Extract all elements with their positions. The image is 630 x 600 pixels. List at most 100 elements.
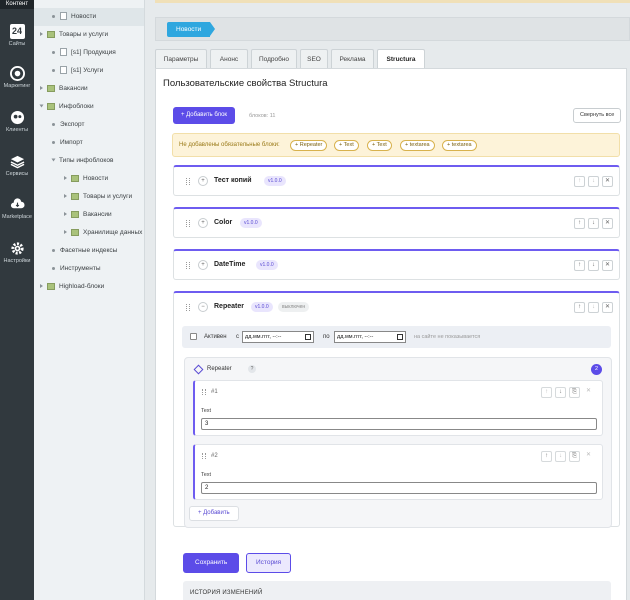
drag-handle-icon[interactable]	[202, 453, 206, 459]
bullet-icon	[52, 122, 55, 126]
tree-item-type-goods[interactable]: Товары и услуги	[34, 188, 144, 206]
move-up-button[interactable]: ↑	[574, 260, 585, 271]
calendar-icon[interactable]	[305, 334, 311, 340]
add-textarea-chip[interactable]: + textarea	[400, 140, 435, 151]
block-name: DateTime	[214, 261, 246, 268]
add-item-button[interactable]: + Добавить	[189, 506, 239, 521]
tab-ads[interactable]: Реклама	[331, 49, 374, 68]
block-header[interactable]: − Repeater v1.0.0 выключен ↑ ↓ ✕	[174, 293, 619, 322]
move-down-button[interactable]: ↓	[588, 176, 599, 187]
help-icon[interactable]: ?	[248, 365, 256, 373]
rail-item-services[interactable]: Сервисы	[0, 154, 34, 177]
tree-item-export[interactable]: Экспорт	[34, 116, 144, 134]
tab-preview[interactable]: Анонс	[210, 49, 248, 68]
tree-item-vacancies[interactable]: Вакансии	[34, 80, 144, 98]
tree-item-products[interactable]: [s1] Продукция	[34, 44, 144, 62]
drag-handle-icon[interactable]	[186, 304, 190, 311]
add-textarea-chip[interactable]: + textarea	[442, 140, 477, 151]
active-checkbox[interactable]	[190, 333, 197, 340]
move-down-button[interactable]: ↓	[588, 218, 599, 229]
tree-item-highload[interactable]: Highload-блоки	[34, 278, 144, 296]
expand-icon[interactable]: +	[198, 260, 208, 270]
rail-label: Сервисы	[5, 171, 29, 177]
move-down-button[interactable]: ↓	[555, 387, 566, 398]
add-text-chip[interactable]: + Text	[367, 140, 392, 151]
tree-label: Инфоблоки	[59, 103, 94, 110]
tree-item-infoblocks[interactable]: Инфоблоки	[34, 98, 144, 116]
tree-item-type-storage[interactable]: Хранилище данных	[34, 224, 144, 242]
block-header[interactable]: + Color v1.0.0 ↑ ↓ ✕	[174, 209, 619, 238]
move-up-button[interactable]: ↑	[574, 176, 585, 187]
move-down-button[interactable]: ↓	[555, 451, 566, 462]
collapse-icon[interactable]: −	[198, 302, 208, 312]
drag-handle-icon[interactable]	[186, 220, 190, 227]
tree-item-goods[interactable]: Товары и услуги	[34, 26, 144, 44]
chevron-right-icon	[64, 212, 67, 217]
remove-block-button[interactable]: ✕	[602, 260, 613, 271]
block-color: + Color v1.0.0 ↑ ↓ ✕	[173, 207, 620, 238]
block-datetime: + DateTime v1.0.0 ↑ ↓ ✕	[173, 249, 620, 280]
tree-item-type-vacancies[interactable]: Вакансии	[34, 206, 144, 224]
expand-icon[interactable]: +	[198, 218, 208, 228]
tree-label: Highload-блоки	[59, 283, 105, 290]
hidden-note: на сайте не показывается	[414, 334, 481, 340]
chevron-right-icon	[64, 176, 67, 181]
target-icon	[9, 66, 25, 81]
tree-item-news[interactable]: Новости	[34, 8, 144, 26]
copy-icon[interactable]: ⎘	[569, 387, 580, 398]
collapse-all-button[interactable]: Свернуть все	[573, 108, 622, 123]
tree-item-ib-types[interactable]: Типы инфоблоков	[34, 152, 144, 170]
block-header[interactable]: + Тест копий v1.0.0 ↑ ↓ ✕	[174, 167, 619, 196]
drag-handle-icon[interactable]	[186, 178, 190, 185]
text-input[interactable]: 3	[201, 418, 597, 430]
breadcrumb-news[interactable]: Новости	[167, 22, 216, 37]
move-down-button[interactable]: ↓	[588, 260, 599, 271]
date-to-input[interactable]: дд.мм.гггг, --:--	[334, 331, 406, 343]
tree-item-import[interactable]: Импорт	[34, 134, 144, 152]
remove-item-button[interactable]: ✕	[583, 451, 594, 462]
tree-label: Вакансии	[59, 85, 88, 92]
tab-params[interactable]: Параметры	[155, 49, 207, 68]
remove-block-button[interactable]: ✕	[602, 176, 613, 187]
rail-item-clients[interactable]: Клиенты	[0, 110, 34, 133]
move-up-button[interactable]: ↑	[541, 387, 552, 398]
tree-item-facets[interactable]: Фасетные индексы	[34, 242, 144, 260]
drag-handle-icon[interactable]	[202, 389, 206, 395]
move-up-button[interactable]: ↑	[574, 302, 585, 313]
date-from-input[interactable]: дд.мм.гггг, --:--	[242, 331, 314, 343]
move-down-button[interactable]: ↓	[588, 302, 599, 313]
add-text-chip[interactable]: + Text	[334, 140, 359, 151]
copy-icon[interactable]: ⎘	[569, 451, 580, 462]
rail-item-settings[interactable]: Настройки	[0, 241, 34, 264]
tab-structura[interactable]: Structura	[377, 49, 425, 69]
block-header[interactable]: + DateTime v1.0.0 ↑ ↓ ✕	[174, 251, 619, 280]
remove-block-button[interactable]: ✕	[602, 302, 613, 313]
drag-handle-icon[interactable]	[186, 262, 190, 269]
folder-icon	[71, 192, 79, 200]
block-name: Тест копий	[214, 177, 252, 184]
remove-item-button[interactable]: ✕	[583, 387, 594, 398]
tree-item-services[interactable]: [s1] Услуги	[34, 62, 144, 80]
item-number: #2	[211, 453, 218, 459]
folder-icon	[47, 102, 55, 110]
history-button[interactable]: История	[246, 553, 292, 573]
tree-item-tools[interactable]: Инструменты	[34, 260, 144, 278]
expand-icon[interactable]: +	[198, 176, 208, 186]
bullet-icon	[52, 50, 55, 54]
rail-item-content[interactable]: Контент	[0, 0, 34, 9]
tree-item-type-news[interactable]: Новости	[34, 170, 144, 188]
text-input[interactable]: 2	[201, 482, 597, 494]
block-name: Color	[214, 219, 233, 226]
tab-seo[interactable]: SEO	[300, 49, 328, 68]
add-block-button[interactable]: + Добавить блок	[173, 107, 236, 124]
move-up-button[interactable]: ↑	[541, 451, 552, 462]
rail-item-marketplace[interactable]: Marketplace	[0, 197, 34, 220]
calendar-icon[interactable]	[397, 334, 403, 340]
tab-detail[interactable]: Подробно	[251, 49, 297, 68]
move-up-button[interactable]: ↑	[574, 218, 585, 229]
rail-item-sites[interactable]: 24 Сайты	[0, 24, 34, 47]
remove-block-button[interactable]: ✕	[602, 218, 613, 229]
rail-item-marketing[interactable]: Маркетинг	[0, 66, 34, 89]
add-repeater-chip[interactable]: + Repeater	[290, 140, 328, 151]
save-button[interactable]: Сохранить	[183, 553, 240, 573]
